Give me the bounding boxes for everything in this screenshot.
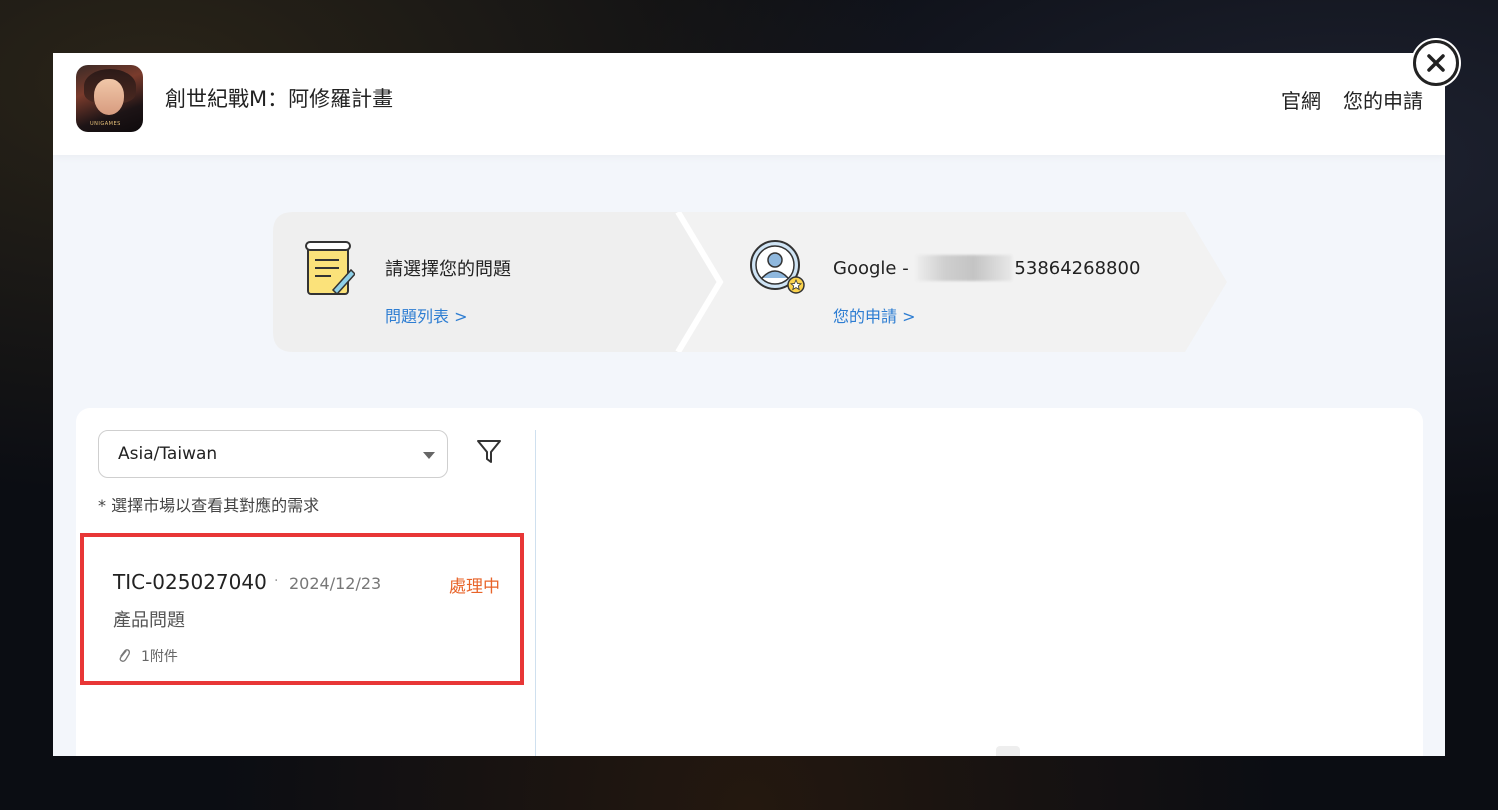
ticket-list-item[interactable]: TIC-025027040 · 2024/12/23 處理中 產品問題 1附件 (80, 533, 524, 685)
filter-icon[interactable] (476, 438, 502, 466)
question-list-icon (305, 241, 355, 296)
question-list-link[interactable]: 問題列表 > (385, 303, 468, 327)
step1-title: 請選擇您的問題 (385, 259, 511, 280)
requests-panel: Asia/Taiwan * 選擇市場以查看其對應的需求 TIC-02502704… (76, 408, 1423, 756)
region-select[interactable]: Asia/Taiwan (98, 430, 448, 478)
user-account-icon (750, 240, 805, 294)
panel-divider (535, 430, 536, 756)
modal-header: UNIGAMES 創世紀戰M：阿修羅計畫 官網 您的申請 (53, 53, 1445, 155)
support-modal: UNIGAMES 創世紀戰M：阿修羅計畫 官網 您的申請 請選擇您的問題 問題列… (53, 53, 1445, 756)
ticket-date: 2024/12/23 (289, 574, 382, 593)
chevron-down-icon (423, 452, 435, 459)
steps-bar: 請選擇您的問題 問題列表 > Google - 53864268800 您的申請… (273, 212, 1229, 352)
close-modal-button[interactable] (1413, 40, 1459, 86)
ticket-status: 處理中 (449, 577, 500, 597)
ticket-attachments: 1附件 (141, 649, 178, 665)
ticket-category: 產品問題 (113, 610, 185, 631)
ticket-separator: · (274, 573, 279, 589)
app-title: 創世紀戰M：阿修羅計畫 (165, 87, 394, 111)
region-select-value: Asia/Taiwan (118, 444, 218, 464)
nav-my-requests-link[interactable]: 您的申請 (1343, 85, 1423, 114)
account-provider: Google - (833, 258, 915, 279)
ticket-id: TIC-025027040 (113, 570, 267, 594)
account-id-suffix: 53864268800 (1014, 258, 1141, 279)
paperclip-icon (119, 649, 130, 662)
scrollbar-thumb[interactable] (996, 746, 1020, 756)
header-nav: 官網 您的申請 (1281, 85, 1423, 114)
nav-official-site-link[interactable]: 官網 (1281, 85, 1321, 114)
region-hint: * 選擇市場以查看其對應的需求 (98, 496, 320, 515)
account-title: Google - 53864268800 (833, 255, 1140, 281)
game-icon: UNIGAMES (76, 65, 143, 132)
game-icon-tag: UNIGAMES (90, 121, 121, 127)
redacted-account-id (916, 255, 1013, 281)
close-icon (1427, 54, 1445, 72)
my-requests-link[interactable]: 您的申請 > (833, 303, 916, 327)
